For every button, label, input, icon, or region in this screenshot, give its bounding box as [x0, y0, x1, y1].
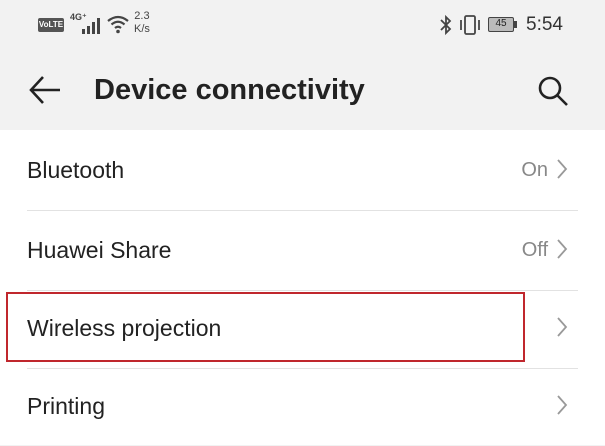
highlight-box — [6, 292, 525, 362]
chevron-right-icon — [557, 159, 568, 179]
volte-icon: VoLTE — [38, 18, 64, 32]
speed-unit: K/s — [134, 23, 150, 35]
vibrate-icon — [460, 15, 480, 35]
page-title: Device connectivity — [94, 74, 365, 106]
app-bar: Device connectivity — [0, 52, 605, 130]
setting-item-printing[interactable]: Printing — [0, 366, 605, 446]
clock: 5:54 — [526, 14, 563, 35]
chevron-right-icon — [557, 317, 568, 337]
wifi-icon — [107, 15, 129, 34]
setting-item-label: Huawei Share — [27, 237, 172, 263]
search-icon[interactable] — [536, 74, 570, 108]
battery-icon: 45 — [488, 17, 514, 32]
cell-signal-icon — [80, 18, 102, 34]
chevron-right-icon — [557, 239, 568, 259]
back-arrow-icon[interactable] — [28, 74, 62, 106]
settings-list: Bluetooth On Huawei Share Off Wireless p… — [0, 130, 605, 445]
speed-value: 2.3 — [134, 10, 150, 22]
network-speed: 2.3 K/s — [134, 10, 150, 36]
setting-item-bluetooth[interactable]: Bluetooth On — [0, 130, 605, 210]
chevron-right-icon — [557, 395, 568, 415]
setting-item-label: Bluetooth — [27, 157, 125, 183]
battery-tip — [514, 21, 517, 28]
setting-item-status: On — [521, 159, 548, 181]
bluetooth-icon — [440, 14, 452, 36]
status-bar: VoLTE 4G⁺ 2.3 K/s 45 5:54 — [0, 0, 605, 52]
setting-item-label: Printing — [27, 393, 105, 419]
setting-item-status: Off — [521, 239, 548, 261]
setting-item-huawei-share[interactable]: Huawei Share Off — [0, 210, 605, 290]
